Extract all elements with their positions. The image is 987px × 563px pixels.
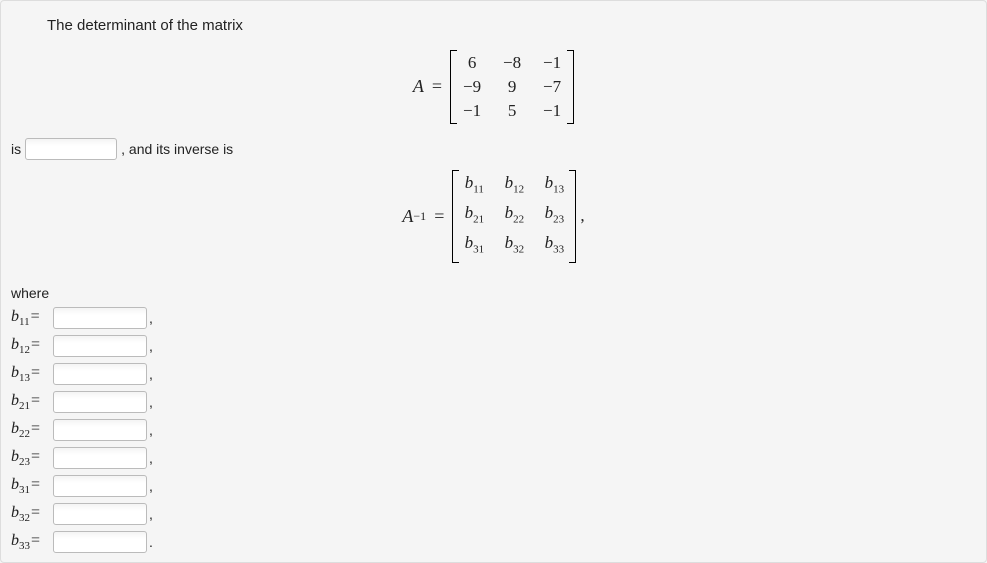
punct: , xyxy=(149,366,153,382)
punct: . xyxy=(149,534,153,550)
punct: , xyxy=(149,450,153,466)
b23-label: b23= xyxy=(11,448,51,468)
b12-label: b12= xyxy=(11,336,51,356)
trailing-comma: , xyxy=(580,206,584,226)
b11-input[interactable] xyxy=(53,307,147,329)
b11-label: b11= xyxy=(11,308,51,328)
matrix-cell: b23 xyxy=(543,202,565,230)
matrix-cell: −8 xyxy=(501,52,523,74)
b21-row: b21= , xyxy=(11,389,978,415)
b12-row: b12= , xyxy=(11,333,978,359)
b31-row: b31= , xyxy=(11,473,978,499)
question-container: The determinant of the matrix A = 6 −8 −… xyxy=(0,0,987,563)
punct: , xyxy=(149,506,153,522)
matrix-cell: b32 xyxy=(503,232,525,260)
matrix-cell: 6 xyxy=(461,52,483,74)
matrix-ainv-label: A xyxy=(402,206,413,227)
matrix-cell: −1 xyxy=(541,100,563,122)
matrix-ainv-body: b11 b12 b13 b21 b22 b23 b31 b32 b33 xyxy=(459,170,569,263)
matrix-cell: b31 xyxy=(463,232,485,260)
where-label: where xyxy=(11,285,978,301)
b33-input[interactable] xyxy=(53,531,147,553)
matrix-a-display: A = 6 −8 −1 −9 9 −7 −1 5 −1 xyxy=(9,50,978,124)
b32-label: b32= xyxy=(11,504,51,524)
b13-label: b13= xyxy=(11,364,51,384)
matrix-cell: 5 xyxy=(501,100,523,122)
bracket-left-icon xyxy=(452,170,459,263)
matrix-cell: b33 xyxy=(543,232,565,260)
matrix-ainv-bracket: b11 b12 b13 b21 b22 b23 b31 b32 b33 xyxy=(452,170,576,263)
matrix-cell: 9 xyxy=(501,76,523,98)
b32-row: b32= , xyxy=(11,501,978,527)
matrix-cell: b11 xyxy=(463,172,485,200)
b13-row: b13= , xyxy=(11,361,978,387)
punct: , xyxy=(149,422,153,438)
matrix-ainv-display: A−1 = b11 b12 b13 b21 b22 b23 b31 b32 b3… xyxy=(9,170,978,263)
b21-label: b21= xyxy=(11,392,51,412)
matrix-cell: −1 xyxy=(461,100,483,122)
bracket-right-icon xyxy=(569,170,576,263)
matrix-a-body: 6 −8 −1 −9 9 −7 −1 5 −1 xyxy=(457,50,567,124)
matrix-cell: −9 xyxy=(461,76,483,98)
bracket-right-icon xyxy=(567,50,574,124)
b31-label: b31= xyxy=(11,476,51,496)
punct: , xyxy=(149,394,153,410)
b33-row: b33= . xyxy=(11,529,978,555)
b31-input[interactable] xyxy=(53,475,147,497)
matrix-cell: b13 xyxy=(543,172,565,200)
b22-input[interactable] xyxy=(53,419,147,441)
punct: , xyxy=(149,478,153,494)
equals-sign: = xyxy=(434,206,444,227)
b11-row: b11= , xyxy=(11,305,978,331)
b33-label: b33= xyxy=(11,532,51,552)
punct: , xyxy=(149,338,153,354)
punct: , xyxy=(149,310,153,326)
b23-row: b23= , xyxy=(11,445,978,471)
b22-label: b22= xyxy=(11,420,51,440)
equals-sign: = xyxy=(432,76,442,97)
b13-input[interactable] xyxy=(53,363,147,385)
b32-input[interactable] xyxy=(53,503,147,525)
determinant-answer-line: is , and its inverse is xyxy=(9,132,978,162)
prompt-text: The determinant of the matrix xyxy=(9,11,978,42)
determinant-input[interactable] xyxy=(25,138,117,160)
is-word: is xyxy=(11,141,21,157)
matrix-cell: b22 xyxy=(503,202,525,230)
b21-input[interactable] xyxy=(53,391,147,413)
matrix-a-label: A xyxy=(413,76,424,97)
matrix-cell: b21 xyxy=(463,202,485,230)
matrix-cell: b12 xyxy=(503,172,525,200)
matrix-cell: −1 xyxy=(541,52,563,74)
where-block: where b11= , b12= , b13= , b21= , b22= ,… xyxy=(9,271,978,555)
b12-input[interactable] xyxy=(53,335,147,357)
b22-row: b22= , xyxy=(11,417,978,443)
matrix-a-bracket: 6 −8 −1 −9 9 −7 −1 5 −1 xyxy=(450,50,574,124)
matrix-cell: −7 xyxy=(541,76,563,98)
matrix-ainv-sup: −1 xyxy=(413,209,426,224)
b23-input[interactable] xyxy=(53,447,147,469)
and-inverse-text: , and its inverse is xyxy=(121,141,233,157)
bracket-left-icon xyxy=(450,50,457,124)
